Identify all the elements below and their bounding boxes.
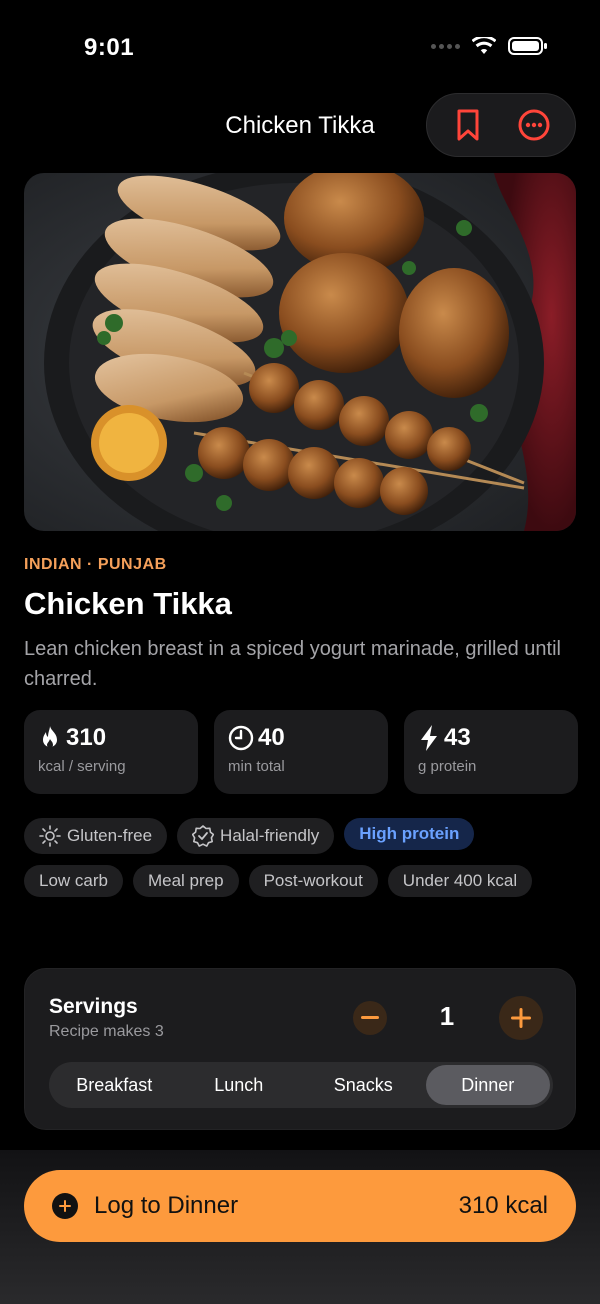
meal-option-dinner[interactable]: Dinner	[425, 1065, 550, 1105]
tag-label: High protein	[359, 824, 460, 843]
cta-kcal: 310 kcal	[458, 1192, 548, 1219]
servings-card: Servings Recipe makes 3 1 Breakfast Lunc…	[24, 968, 576, 1130]
servings-value: 1	[439, 1001, 455, 1031]
servings-title: Servings	[49, 995, 138, 1018]
log-to-meal-button[interactable]: Log to Dinner 310 kcal	[24, 1170, 576, 1242]
tag-under-400-kcal: Under 400 kcal	[387, 865, 533, 897]
minus-icon	[361, 1016, 379, 1019]
tag-low-carb: Low carb	[24, 865, 123, 897]
bookmark-button[interactable]	[444, 101, 492, 149]
plus-icon	[511, 1008, 531, 1028]
stat-time: 40 min total	[214, 710, 388, 794]
cuisine-label: INDIAN · PUNJAB	[24, 556, 167, 573]
recipe-description: Lean chicken breast in a spiced yogurt m…	[24, 638, 561, 690]
increase-servings-button[interactable]	[499, 996, 543, 1040]
stat-label: kcal / serving	[38, 758, 126, 775]
bolt-icon	[421, 725, 437, 751]
stat-label: min total	[228, 758, 285, 775]
nav-actions	[426, 93, 576, 157]
meal-option-breakfast[interactable]: Breakfast	[52, 1065, 177, 1105]
status-icons	[431, 36, 548, 56]
cta-label: Log to Dinner	[94, 1192, 239, 1219]
tag-label: Low carb	[39, 871, 108, 890]
signal-icon	[431, 43, 460, 49]
battery-icon	[508, 37, 547, 55]
add-circle-icon	[52, 1193, 78, 1219]
wifi-icon	[472, 37, 496, 54]
recipe-hero-image	[24, 173, 576, 531]
clock-icon	[228, 725, 254, 751]
decrease-servings-button[interactable]	[353, 1001, 387, 1035]
stat-value: 40	[258, 724, 285, 751]
tag-label: Under 400 kcal	[402, 871, 518, 890]
recipe-title: Chicken Tikka	[24, 586, 232, 621]
tag-meal-prep: Meal prep	[132, 865, 239, 897]
tag-label: Meal prep	[147, 871, 224, 890]
servings-subtitle: Recipe makes 3	[49, 1023, 164, 1040]
tag-label: Gluten-free	[67, 826, 153, 845]
meal-option-lunch[interactable]: Lunch	[177, 1065, 302, 1105]
meal-segmented-control: Breakfast Lunch Snacks Dinner	[49, 1062, 553, 1108]
tag-label: Halal-friendly	[220, 826, 320, 845]
more-button[interactable]	[510, 101, 558, 149]
tag-post-workout: Post-workout	[248, 865, 378, 897]
stats-row: 310 kcal / serving 40 min total 43 g pro…	[24, 710, 578, 794]
tag-list: Gluten-free Halal-friendly High protein …	[24, 818, 564, 897]
stat-protein: 43 g protein	[404, 710, 578, 794]
gluten-free-icon	[39, 825, 61, 847]
tag-high-protein: High protein	[344, 818, 475, 850]
bookmark-icon	[457, 109, 479, 141]
tag-label: Post-workout	[263, 871, 363, 890]
status-bar: 9:01	[0, 0, 600, 90]
stat-label: g protein	[418, 758, 477, 775]
tag-halal-friendly: Halal-friendly	[177, 818, 335, 854]
status-time: 9:01	[84, 34, 135, 61]
stat-calories: 310 kcal / serving	[24, 710, 198, 794]
stat-value: 310	[66, 724, 107, 751]
stat-value: 43	[444, 724, 471, 751]
more-icon	[518, 109, 550, 141]
flame-icon	[43, 726, 57, 748]
badge-check-icon	[192, 825, 215, 847]
meal-option-snacks[interactable]: Snacks	[301, 1065, 426, 1105]
tag-gluten-free: Gluten-free	[24, 818, 168, 854]
